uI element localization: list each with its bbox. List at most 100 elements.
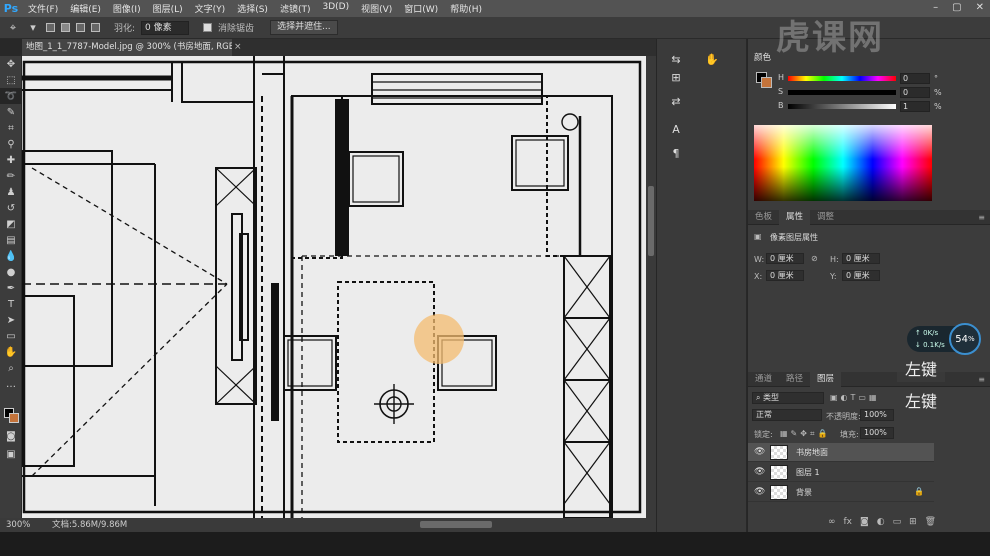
ps-logo[interactable]: Ps [0,0,22,17]
vertical-scrollbar[interactable] [646,56,656,518]
group-icon[interactable]: ▭ [893,517,902,527]
eraser-tool-icon[interactable]: ◩ [0,216,22,232]
panel-menu-icon[interactable]: ≡ [978,213,985,222]
y-input[interactable]: 0 厘米 [842,270,880,281]
character-panel-icon[interactable]: A [661,119,691,139]
magnetic-lasso-icon[interactable]: ⌖ [6,21,20,35]
layer-filter-icons[interactable]: ▣◐T▭▦ [830,393,880,402]
x-input[interactable]: 0 厘米 [766,270,804,281]
subtract-selection-icon[interactable] [76,23,85,32]
link-icon[interactable]: ⊘ [811,254,818,263]
chevron-down-icon[interactable]: ▾ [26,21,40,34]
new-layer-icon[interactable]: ⊞ [909,517,917,527]
color-panel-tab[interactable]: 颜色 [754,51,771,63]
crop-tool-icon[interactable]: ⌗ [0,120,22,136]
lock-icons[interactable]: ▦✎✥⌗🔒 [780,429,830,439]
menu-item[interactable]: 选择(S) [231,2,274,15]
layer-row[interactable]: 👁 书房地面 [748,443,934,462]
opacity-input[interactable]: 100% [860,409,894,421]
color-slider[interactable] [788,76,896,81]
mask-icon[interactable]: ◙ [860,517,869,527]
brush-panel-icon[interactable]: ✋ [697,49,727,69]
menu-item[interactable]: 帮助(H) [444,2,488,15]
lock-icon[interactable]: 🔒 [914,487,924,496]
menu-item[interactable]: 文字(Y) [189,2,232,15]
brush-tool-icon[interactable]: ✏ [0,168,22,184]
healing-tool-icon[interactable]: ✚ [0,152,22,168]
history-brush-icon[interactable]: ↺ [0,200,22,216]
w-input[interactable]: 0 厘米 [766,253,804,264]
zoom-readout[interactable]: 300% [6,518,30,532]
tab-close-icon[interactable]: × [234,39,242,56]
paragraph-panel-icon[interactable]: ¶ [661,143,691,163]
slider-value[interactable]: 0 [900,73,930,84]
color-slider[interactable] [788,90,896,95]
new-selection-icon[interactable] [46,23,55,32]
blur-tool-icon[interactable]: 💧 [0,248,22,264]
zoom-tool-icon[interactable]: ⌕ [0,360,22,376]
history-panel-icon[interactable]: ⇆ [661,49,691,69]
document-canvas[interactable] [22,56,656,518]
horizontal-scroll-thumb[interactable] [420,521,492,528]
type-tool-icon[interactable]: T [0,296,22,312]
layer-row[interactable]: 👁 图层 1 [748,463,934,482]
adjust-panel-icon[interactable]: ⊞ [661,67,691,87]
adjustment-icon[interactable]: ◐ [877,517,885,527]
quick-select-tool-icon[interactable]: ✎ [0,104,22,120]
pen-tool-icon[interactable]: ✒ [0,280,22,296]
link-layers-icon[interactable]: ∞ [828,517,836,527]
panel-tab[interactable]: 图层 [810,371,842,387]
shape-tool-icon[interactable]: ▭ [0,328,22,344]
fx-icon[interactable]: fx [844,517,853,527]
menu-item[interactable]: 图层(L) [147,2,189,15]
menu-item[interactable]: 文件(F) [22,2,64,15]
minimize-icon[interactable]: – [933,2,938,13]
intersect-selection-icon[interactable] [91,23,100,32]
eye-icon[interactable]: 👁 [754,467,765,477]
screen-mode-icon[interactable]: ▣ [0,446,22,462]
add-selection-icon[interactable] [61,23,70,32]
panel-tab[interactable]: 通道 [748,372,779,387]
marquee-tool-icon[interactable]: ⬚ [0,72,22,88]
antialias-checkbox[interactable] [203,23,213,32]
slider-value[interactable]: 0 [900,87,930,98]
close-icon[interactable]: ✕ [976,2,984,13]
panel-tab[interactable]: 路径 [779,372,810,387]
eyedropper-tool-icon[interactable]: ⚲ [0,136,22,152]
eye-icon[interactable]: 👁 [754,487,765,497]
select-and-mask-button[interactable]: 选择并遮住... [270,20,338,35]
h-input[interactable]: 0 厘米 [842,253,880,264]
lasso-tool-icon[interactable]: ➰ [0,88,22,104]
menu-item[interactable]: 窗口(W) [398,2,444,15]
panel-menu-icon[interactable]: ≡ [978,375,985,384]
panel-tab[interactable]: 调整 [810,210,841,225]
dodge-tool-icon[interactable]: ● [0,264,22,280]
move-tool-icon[interactable]: ✥ [0,56,22,72]
menu-item[interactable]: 视图(V) [355,2,398,15]
blend-mode-select[interactable]: 正常 [752,409,822,421]
menu-item[interactable]: 编辑(E) [64,2,107,15]
feather-input[interactable]: 0 像素 [141,20,190,35]
more-tools-icon[interactable]: … [0,376,22,392]
maximize-icon[interactable]: ▢ [952,2,961,13]
menu-item[interactable]: 3D(D) [316,2,355,15]
layer-filter-select[interactable]: ⌕ 类型 [752,392,824,404]
slider-value[interactable]: 1 [900,101,930,112]
eye-icon[interactable]: 👁 [754,447,765,457]
layer-row[interactable]: 👁 背景 🔒 [748,483,934,502]
swatch-panel-icon[interactable]: ⇄ [661,91,691,111]
path-select-tool-icon[interactable]: ➤ [0,312,22,328]
background-color-swatch[interactable] [9,413,19,423]
panel-tab[interactable]: 色板 [748,210,779,225]
color-slider[interactable] [788,104,896,109]
gradient-tool-icon[interactable]: ▤ [0,232,22,248]
menu-item[interactable]: 图像(I) [107,2,147,15]
hand-tool-icon[interactable]: ✋ [0,344,22,360]
stamp-tool-icon[interactable]: ♟ [0,184,22,200]
panel-tab[interactable]: 属性 [779,209,811,225]
color-bg-swatch[interactable] [761,77,772,88]
document-tab[interactable]: 地图_1_1_7787-Model.jpg @ 300% (书房地面, RGB/… [22,39,232,56]
menu-item[interactable]: 滤镜(T) [274,2,317,15]
fill-input[interactable]: 100% [860,427,894,439]
quick-mask-icon[interactable]: ◙ [0,428,22,444]
